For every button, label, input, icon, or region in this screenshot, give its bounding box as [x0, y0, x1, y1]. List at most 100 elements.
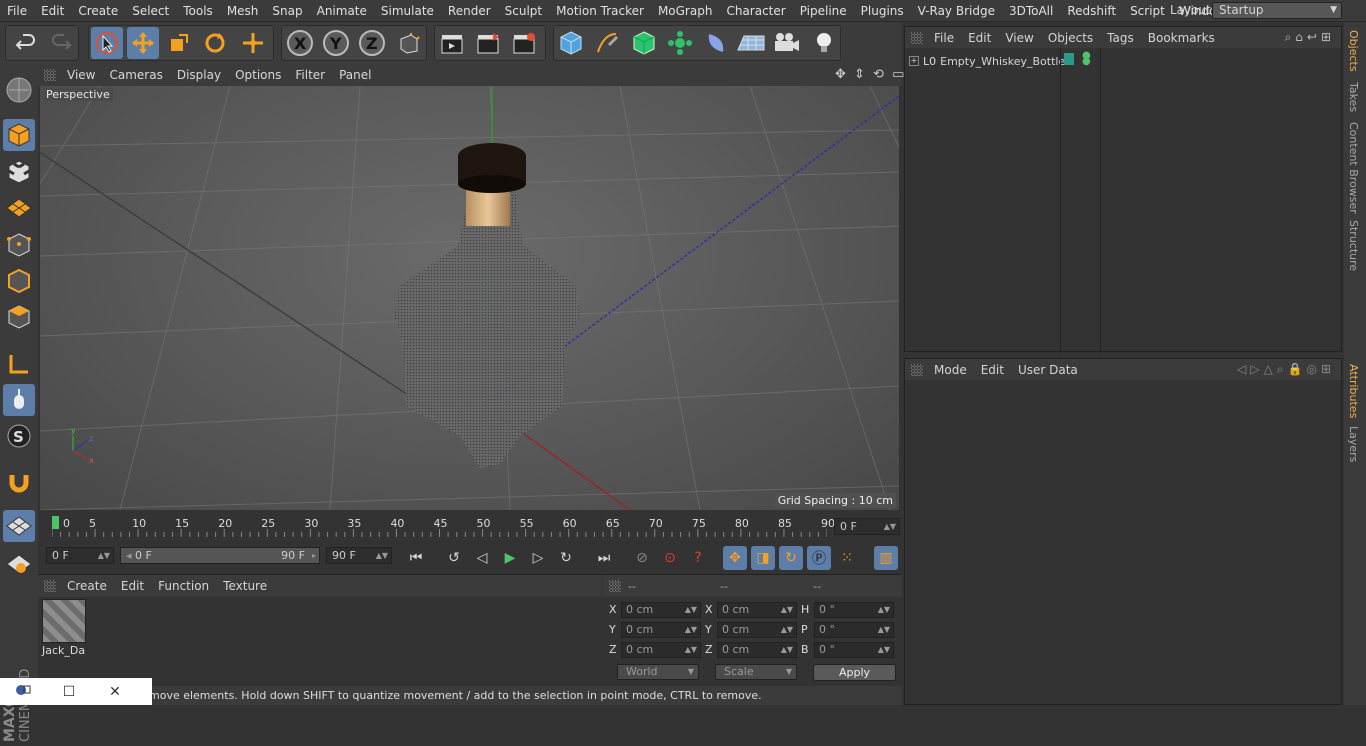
points-mode-icon[interactable] — [3, 229, 35, 261]
workplane-icon[interactable] — [3, 192, 35, 224]
frame-range-slider[interactable]: ◂ 0 F 90 F ▸ — [120, 547, 320, 564]
visibility-dots-icon[interactable]: ● ● — [1082, 51, 1091, 67]
tweak-mode-icon[interactable] — [3, 384, 35, 416]
x-axis-icon[interactable]: X — [284, 27, 316, 59]
object-row[interactable]: + L0 Empty_Whiskey_Bottle — [909, 53, 1065, 69]
menu-script[interactable]: Script — [1123, 0, 1172, 22]
z-axis-icon[interactable]: Z — [356, 27, 388, 59]
texture-mode-icon[interactable] — [3, 156, 35, 188]
key-pla-icon[interactable]: ⁙ — [835, 546, 859, 570]
go-to-end-icon[interactable]: ⏭ — [592, 546, 616, 570]
viewport-menu-display[interactable]: Display — [170, 68, 228, 82]
coord-value-field[interactable]: 0 ° ▲▼ — [814, 622, 894, 638]
menu-v-ray-bridge[interactable]: V-Ray Bridge — [911, 0, 1002, 22]
menu-tools[interactable]: Tools — [176, 0, 220, 22]
menu-create[interactable]: Create — [71, 0, 125, 22]
viewport-menu-cameras[interactable]: Cameras — [102, 68, 169, 82]
viewport-menu-panel[interactable]: Panel — [332, 68, 378, 82]
redo-icon[interactable] — [45, 27, 77, 59]
object-menu-view[interactable]: View — [998, 31, 1040, 45]
subdivision-surface-icon[interactable] — [628, 27, 660, 59]
scale-mode-dropdown[interactable]: Scale ▼ — [715, 664, 797, 680]
restore-icon[interactable] — [0, 683, 46, 701]
menu-redshift[interactable]: Redshift — [1060, 0, 1123, 22]
viewport-perspective[interactable]: y z x Perspective Grid Spacing : 10 cm — [40, 86, 899, 510]
live-selection-icon[interactable] — [237, 27, 269, 59]
model-mode-icon[interactable] — [3, 119, 35, 151]
material-menu-edit[interactable]: Edit — [114, 579, 151, 593]
pen-spline-icon[interactable] — [591, 27, 623, 59]
side-tab-attributes[interactable]: Attributes — [1347, 364, 1360, 418]
autokey-icon[interactable]: ⊙ — [658, 546, 682, 570]
attribute-tool-icons[interactable]: ◁▷△⌕🔒◎⊞ — [1237, 362, 1335, 377]
menu-simulate[interactable]: Simulate — [374, 0, 441, 22]
object-menu-tags[interactable]: Tags — [1100, 31, 1141, 45]
menu-edit[interactable]: Edit — [34, 0, 71, 22]
side-tab-layers[interactable]: Layers — [1347, 426, 1360, 462]
previous-frame-icon[interactable]: ◁ — [470, 546, 494, 570]
go-to-start-icon[interactable]: ⏮ — [404, 546, 428, 570]
coord-value-field[interactable]: 0 cm ▲▼ — [621, 622, 701, 638]
end-frame-field[interactable]: 90 F ▲▼ — [326, 547, 392, 564]
select-cursor-icon[interactable] — [91, 27, 123, 59]
material-menu-create[interactable]: Create — [60, 579, 114, 593]
viewport-menu-options[interactable]: Options — [228, 68, 288, 82]
render-to-picture-viewer-icon[interactable] — [472, 27, 504, 59]
coord-value-field[interactable]: 0 cm ▲▼ — [621, 602, 701, 618]
layout-select[interactable]: Startup ▼ — [1212, 2, 1342, 19]
render-view-icon[interactable] — [436, 27, 468, 59]
previous-key-icon[interactable]: ↺ — [442, 546, 466, 570]
coordinate-mode-dropdown[interactable]: World ▼ — [617, 664, 699, 680]
side-tab-objects[interactable]: Objects — [1347, 30, 1360, 72]
key-position-icon[interactable]: ✥ — [723, 546, 747, 570]
rotate-tool-icon[interactable] — [199, 27, 231, 59]
y-axis-icon[interactable]: Y — [320, 27, 352, 59]
menu-motion-tracker[interactable]: Motion Tracker — [549, 0, 651, 22]
coord-value-field[interactable]: 0 ° ▲▼ — [814, 642, 894, 658]
object-menu-file[interactable]: File — [927, 31, 961, 45]
menu-file[interactable]: File — [0, 0, 34, 22]
side-tab-content-browser[interactable]: Content Browser — [1347, 122, 1360, 214]
timeline-window-icon[interactable]: ▥ — [874, 546, 898, 570]
coord-value-field[interactable]: 0 cm ▲▼ — [717, 602, 797, 618]
cloner-icon[interactable] — [664, 27, 696, 59]
make-editable-icon[interactable] — [3, 74, 35, 106]
viewport-menu-view[interactable]: View — [60, 68, 102, 82]
workplane-snap-icon[interactable] — [3, 548, 35, 580]
menu-pipeline[interactable]: Pipeline — [793, 0, 854, 22]
next-key-icon[interactable]: ↻ — [554, 546, 578, 570]
keyframe-selection-icon[interactable]: ? — [686, 546, 710, 570]
object-manager-tool-icons[interactable]: ⌕⌂↩⊞ — [1285, 30, 1335, 45]
menu-render[interactable]: Render — [441, 0, 498, 22]
key-rotation-icon[interactable]: ↻ — [779, 546, 803, 570]
material-menu-texture[interactable]: Texture — [216, 579, 274, 593]
cube-icon[interactable] — [555, 27, 587, 59]
start-frame-field[interactable]: 0 F ▲▼ — [46, 547, 114, 564]
menu-plugins[interactable]: Plugins — [854, 0, 911, 22]
close-icon[interactable]: ✕ — [92, 684, 138, 700]
menu-sculpt[interactable]: Sculpt — [498, 0, 549, 22]
side-tab-structure[interactable]: Structure — [1347, 220, 1360, 271]
coord-value-field[interactable]: 0 cm ▲▼ — [717, 622, 797, 638]
scale-tool-icon[interactable] — [163, 27, 195, 59]
attribute-menu-mode[interactable]: Mode — [927, 363, 974, 377]
key-parameter-icon[interactable]: Ⓟ — [807, 546, 831, 570]
move-tool-icon[interactable] — [127, 27, 159, 59]
floor-icon[interactable] — [735, 27, 767, 59]
axis-mode-icon[interactable] — [3, 348, 35, 380]
current-frame-field[interactable]: 0 F ▲▼ — [834, 518, 900, 535]
object-menu-bookmarks[interactable]: Bookmarks — [1141, 31, 1222, 45]
object-menu-edit[interactable]: Edit — [961, 31, 998, 45]
enable-snap-icon[interactable] — [3, 510, 35, 542]
viewport-menu-filter[interactable]: Filter — [288, 68, 332, 82]
play-forward-icon[interactable]: ▶ — [498, 546, 522, 570]
timeline-ruler[interactable]: 0 5 10 15 20 25 30 35 40 45 50 55 60 65 70 75 80 85 90 0 F… — [38, 512, 902, 542]
coord-value-field[interactable]: 0 ° ▲▼ — [814, 602, 894, 618]
magnet-snap-icon[interactable] — [3, 466, 35, 498]
coord-value-field[interactable]: 0 cm ▲▼ — [717, 642, 797, 658]
maximize-icon[interactable]: ☐ — [46, 684, 92, 700]
attribute-menu-edit[interactable]: Edit — [974, 363, 1011, 377]
expand-icon[interactable]: + — [909, 56, 919, 66]
undo-icon[interactable] — [10, 27, 42, 59]
light-icon[interactable] — [808, 27, 840, 59]
